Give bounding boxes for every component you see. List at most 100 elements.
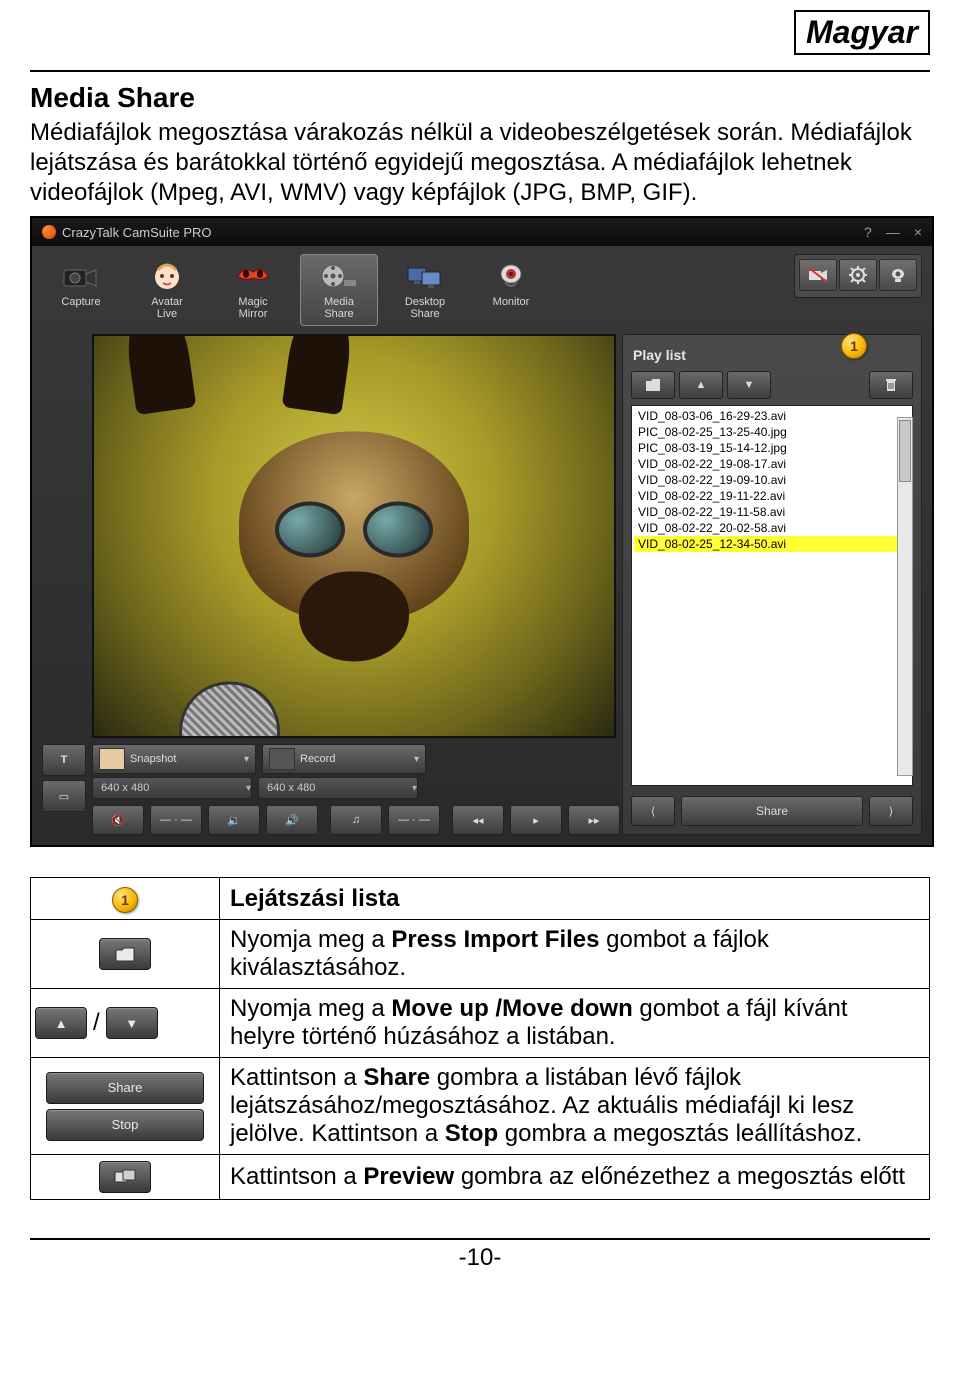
list-item-selected[interactable]: VID_08-02-25_12-34-50.avi (634, 536, 910, 552)
preview-panel: Snapshot ▾ Record ▾ 640 x 480▾ 640 x 480… (92, 334, 612, 835)
list-item[interactable]: PIC_08-02-25_13-25-40.jpg (634, 424, 910, 440)
file-list[interactable]: VID_08-03-06_16-29-23.avi PIC_08-02-25_1… (631, 405, 913, 786)
row4-p3: gombra a megosztás leállításhoz. (498, 1120, 862, 1147)
playlist-panel: 1 Play list ▲ ▼ VID_08-03-06_16-29-23.av… (622, 334, 922, 835)
baby-face-icon (146, 260, 188, 292)
down-icon: ▼ (106, 1007, 158, 1039)
next-button[interactable]: ▸▸ (568, 805, 620, 835)
camera-icon (60, 260, 102, 292)
callout-1-number: 1 (841, 333, 867, 359)
share-button[interactable]: Share (681, 796, 863, 826)
table-row: ▲ / ▼ Nyomja meg a Move up /Move down go… (31, 989, 930, 1058)
tool-avatar-live[interactable]: Avatar Live (128, 254, 206, 326)
table-row: Share Stop Kattintson a Share gombra a l… (31, 1058, 930, 1155)
app-window: CrazyTalk CamSuite PRO ? — × Capture Ava… (30, 216, 934, 847)
import-files-button[interactable] (631, 371, 675, 399)
mask-icon (232, 260, 274, 292)
list-item[interactable]: VID_08-02-22_19-11-22.avi (634, 488, 910, 504)
minimize-button[interactable]: — (886, 224, 900, 240)
monitors-icon (404, 260, 446, 292)
snapshot-thumb-icon (99, 748, 125, 770)
stop-btn-icon: Stop (46, 1109, 204, 1141)
tool-media-share[interactable]: Media Share (300, 254, 378, 326)
tool-label: Capture (44, 296, 118, 320)
playlist-toolbar: ▲ ▼ (631, 371, 913, 399)
delete-button[interactable] (869, 371, 913, 399)
list-item[interactable]: VID_08-02-22_19-11-58.avi (634, 504, 910, 520)
list-item[interactable]: VID_08-02-22_20-02-58.avi (634, 520, 910, 536)
section-title: Media Share (30, 82, 930, 114)
vol-down-button[interactable]: 🔉 (208, 805, 260, 835)
tool-label: Media Share (302, 296, 376, 320)
share-btn-icon: Share (46, 1072, 204, 1104)
tool-label: Desktop Share (388, 296, 462, 320)
row2-bold: Press Import Files (391, 926, 599, 953)
callout-1-icon: 1 (112, 887, 138, 913)
tool-monitor[interactable]: Monitor (472, 254, 550, 326)
row3-pre: Nyomja meg a (230, 995, 391, 1022)
chevron-down-icon: ▾ (414, 754, 419, 765)
scrollbar[interactable] (897, 417, 913, 776)
dog-illustration (239, 432, 469, 622)
gear-icon[interactable] (839, 259, 877, 291)
app-logo-icon (42, 225, 56, 239)
prev-button[interactable]: ◂◂ (452, 805, 504, 835)
close-button[interactable]: × (914, 224, 922, 240)
app-title: CrazyTalk CamSuite PRO (62, 225, 212, 240)
frame-tool-button[interactable]: ▭ (42, 780, 86, 812)
scrollbar-thumb[interactable] (899, 420, 911, 482)
webcam-small-icon[interactable] (879, 259, 917, 291)
tool-label: Monitor (474, 296, 548, 320)
share-stop-icons: Share Stop (35, 1072, 215, 1141)
playback-controls: 🔇 — · — 🔉 🔊 ♫ — · — ◂◂ ▸ ▸▸ ▭ (92, 805, 612, 835)
expand-right-button[interactable]: ⟩ (869, 796, 913, 826)
film-reel-icon (318, 260, 360, 292)
music-button[interactable]: ♫ (330, 805, 382, 835)
expand-left-button[interactable]: ⟨ (631, 796, 675, 826)
music-slider[interactable]: — · — (388, 805, 440, 835)
vol-up-button[interactable]: 🔊 (266, 805, 318, 835)
app-titlebar: CrazyTalk CamSuite PRO ? — × (32, 218, 932, 246)
row5-p2: gombra az előnézethez a megosztás előtt (454, 1163, 905, 1190)
page-number: -10- (0, 1244, 960, 1272)
intro-paragraph: Médiafájlok megosztása várakozás nélkül … (30, 118, 930, 208)
list-item[interactable]: VID_08-03-06_16-29-23.avi (634, 408, 910, 424)
text-tool-button[interactable]: T (42, 744, 86, 776)
tool-desktop-share[interactable]: Desktop Share (386, 254, 464, 326)
row4-b1: Share (363, 1064, 430, 1091)
record-button[interactable]: Record ▾ (262, 744, 426, 774)
chevron-down-icon: ▾ (244, 754, 249, 765)
play-button[interactable]: ▸ (510, 805, 562, 835)
list-item[interactable]: PIC_08-03-19_15-14-12.jpg (634, 440, 910, 456)
snapshot-button[interactable]: Snapshot ▾ (92, 744, 256, 774)
preview-image (92, 334, 616, 738)
res2-text: 640 x 480 (267, 782, 315, 794)
resolution-2[interactable]: 640 x 480▾ (258, 777, 418, 799)
language-badge: Magyar (794, 10, 930, 55)
legend-table: 1 Lejátszási lista Nyomja meg a Press Im… (30, 877, 930, 1200)
help-button[interactable]: ? (864, 224, 872, 240)
callout-1: 1 (841, 333, 871, 363)
row4-p1: Kattintson a (230, 1064, 363, 1091)
row1-title: Lejátszási lista (230, 885, 399, 912)
row2-pre: Nyomja meg a (230, 926, 391, 953)
camera-off-icon[interactable] (799, 259, 837, 291)
folder-icon (99, 938, 151, 970)
list-item[interactable]: VID_08-02-22_19-09-10.avi (634, 472, 910, 488)
snapshot-label: Snapshot (130, 753, 176, 765)
res1-text: 640 x 480 (101, 782, 149, 794)
move-up-button[interactable]: ▲ (679, 371, 723, 399)
preview-icon (99, 1161, 151, 1193)
tool-magic-mirror[interactable]: Magic Mirror (214, 254, 292, 326)
tool-capture[interactable]: Capture (42, 254, 120, 326)
table-row: 1 Lejátszási lista (31, 878, 930, 920)
move-up-down-icons: ▲ / ▼ (35, 1007, 215, 1039)
move-down-button[interactable]: ▼ (727, 371, 771, 399)
vol-mute-button[interactable]: 🔇 (92, 805, 144, 835)
record-thumb-icon (269, 748, 295, 770)
list-item[interactable]: VID_08-02-22_19-08-17.avi (634, 456, 910, 472)
vol-slider[interactable]: — · — (150, 805, 202, 835)
table-row: Nyomja meg a Press Import Files gombot a… (31, 920, 930, 989)
row5-b1: Preview (363, 1163, 454, 1190)
resolution-1[interactable]: 640 x 480▾ (92, 777, 252, 799)
